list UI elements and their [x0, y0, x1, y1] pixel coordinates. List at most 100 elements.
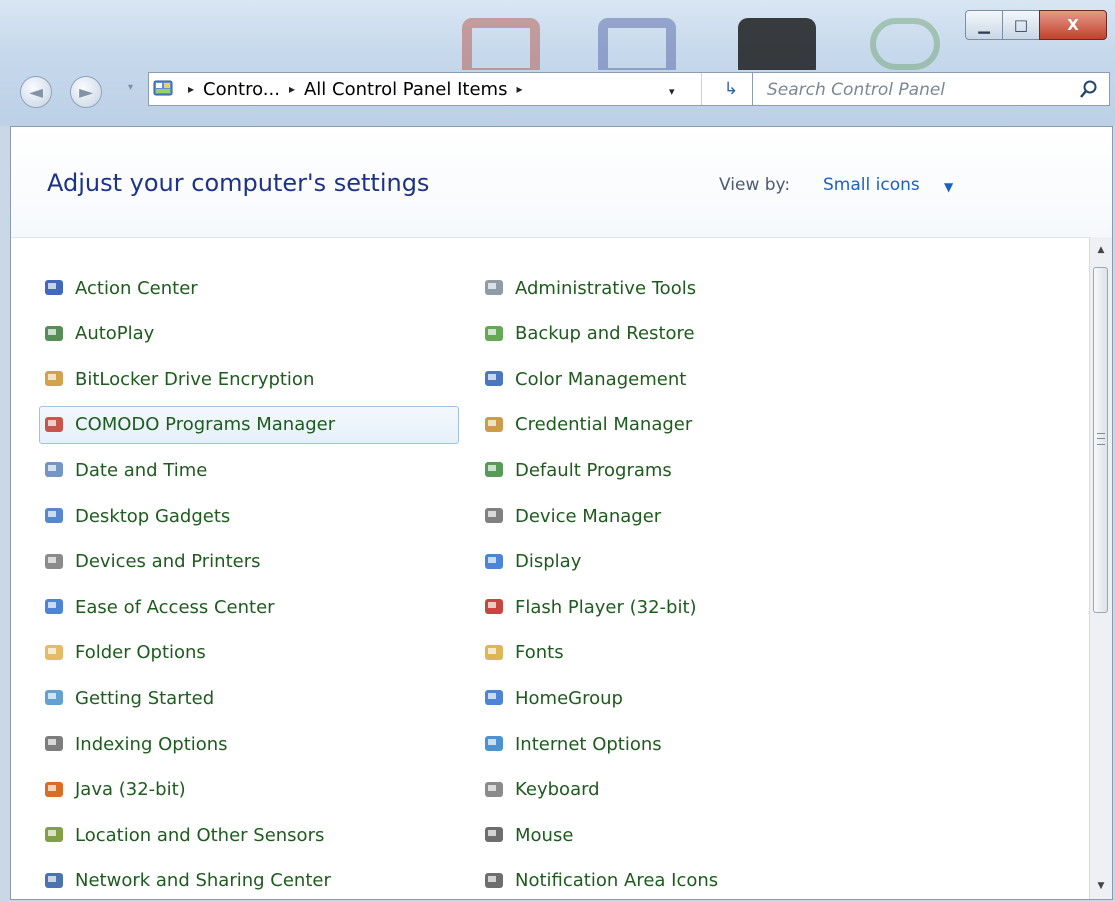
- indexing-icon: [43, 733, 65, 755]
- item-administrative-tools[interactable]: Administrative Tools: [483, 269, 696, 307]
- printer-icon: [43, 551, 65, 573]
- recent-pages-dropdown[interactable]: ▾: [128, 82, 133, 93]
- item-label: Keyboard: [515, 779, 600, 801]
- item-backup-and-restore[interactable]: Backup and Restore: [483, 315, 695, 353]
- search-input[interactable]: Search Control Panel: [767, 80, 945, 100]
- item-default-programs[interactable]: Default Programs: [483, 451, 672, 489]
- item-credential-manager[interactable]: Credential Manager: [483, 406, 692, 444]
- item-label: Device Manager: [515, 505, 662, 527]
- item-keyboard[interactable]: Keyboard: [483, 771, 600, 809]
- item-label: Color Management: [515, 368, 687, 390]
- folder-icon: [43, 642, 65, 664]
- java-icon: [43, 779, 65, 801]
- item-label: HomeGroup: [515, 687, 623, 709]
- credential-vault-icon: [483, 414, 505, 436]
- item-homegroup[interactable]: HomeGroup: [483, 679, 623, 717]
- item-label: Ease of Access Center: [75, 596, 275, 618]
- item-label: Mouse: [515, 824, 574, 846]
- breadcrumb-separator[interactable]: ▸: [516, 82, 522, 96]
- item-flash-player-32-bit[interactable]: Flash Player (32-bit): [483, 588, 697, 626]
- item-location-and-other-sensors[interactable]: Location and Other Sensors: [43, 816, 324, 854]
- chevron-down-icon[interactable]: ▼: [944, 180, 953, 194]
- item-autoplay[interactable]: AutoPlay: [43, 315, 154, 353]
- item-ease-of-access-center[interactable]: Ease of Access Center: [43, 588, 275, 626]
- item-folder-options[interactable]: Folder Options: [43, 634, 206, 672]
- item-label: AutoPlay: [75, 323, 155, 345]
- control-panel-icon: [153, 80, 173, 96]
- background-shape: [738, 18, 816, 70]
- item-mouse[interactable]: Mouse: [483, 816, 573, 854]
- scroll-up-button[interactable]: ▲: [1090, 237, 1112, 263]
- item-java-32-bit[interactable]: Java (32-bit): [43, 771, 186, 809]
- item-label: Location and Other Sensors: [75, 824, 325, 846]
- forward-arrow-icon: ►: [79, 81, 93, 103]
- item-label: Notification Area Icons: [515, 870, 719, 892]
- breadcrumb: ▸ Contro... ▸ All Control Panel Items ▸: [179, 73, 531, 105]
- admin-tools-icon: [483, 277, 505, 299]
- item-action-center[interactable]: Action Center: [43, 269, 198, 307]
- getting-started-icon: [43, 687, 65, 709]
- item-label: Getting Started: [75, 687, 215, 709]
- breadcrumb-separator[interactable]: ▸: [289, 82, 295, 96]
- item-notification-area-icons[interactable]: Notification Area Icons: [483, 862, 719, 899]
- search-box[interactable]: Search Control Panel: [752, 72, 1110, 106]
- minimize-button[interactable]: ▁: [965, 10, 1003, 40]
- item-label: BitLocker Drive Encryption: [75, 368, 315, 390]
- item-device-manager[interactable]: Device Manager: [483, 497, 661, 535]
- gadgets-icon: [43, 505, 65, 527]
- default-programs-icon: [483, 459, 505, 481]
- back-arrow-icon: ◄: [29, 81, 43, 103]
- view-by-dropdown[interactable]: Small icons: [823, 175, 920, 195]
- vertical-scrollbar[interactable]: ▲ ▼: [1089, 237, 1112, 899]
- item-getting-started[interactable]: Getting Started: [43, 679, 214, 717]
- flash-icon: [483, 596, 505, 618]
- item-label: Indexing Options: [75, 733, 228, 755]
- item-label: Folder Options: [75, 642, 206, 664]
- color-monitor-icon: [483, 368, 505, 390]
- item-display[interactable]: Display: [483, 543, 581, 581]
- breadcrumb-separator[interactable]: ▸: [188, 82, 194, 96]
- item-date-and-time[interactable]: Date and Time: [43, 451, 207, 489]
- flag-icon: [43, 277, 65, 299]
- item-label: Default Programs: [515, 459, 672, 481]
- item-desktop-gadgets[interactable]: Desktop Gadgets: [43, 497, 230, 535]
- clock-calendar-icon: [43, 459, 65, 481]
- item-comodo-programs-manager[interactable]: COMODO Programs Manager: [39, 405, 459, 444]
- scroll-down-button[interactable]: ▼: [1090, 873, 1112, 899]
- item-label: Backup and Restore: [515, 323, 695, 345]
- address-bar[interactable]: ▸ Contro... ▸ All Control Panel Items ▸ …: [148, 72, 760, 106]
- forward-button[interactable]: ►: [70, 76, 102, 108]
- bitlocker-key-icon: [43, 368, 65, 390]
- item-color-management[interactable]: Color Management: [483, 360, 686, 398]
- item-label: Date and Time: [75, 459, 208, 481]
- page-title: Adjust your computer's settings: [47, 169, 430, 197]
- maximize-button[interactable]: □: [1002, 10, 1040, 40]
- navigation-bar: ◄ ► ▾ ▸ Contro... ▸ All Control Panel It…: [20, 70, 1110, 110]
- address-dropdown-button[interactable]: ▾: [669, 85, 675, 98]
- search-icon[interactable]: [1079, 79, 1099, 99]
- breadcrumb-all-items[interactable]: All Control Panel Items: [304, 79, 507, 100]
- item-label: Devices and Printers: [75, 551, 261, 573]
- window-controls: ▁ □ X: [965, 10, 1107, 40]
- item-indexing-options[interactable]: Indexing Options: [43, 725, 228, 763]
- item-devices-and-printers[interactable]: Devices and Printers: [43, 543, 261, 581]
- back-button[interactable]: ◄: [20, 76, 52, 108]
- homegroup-icon: [483, 687, 505, 709]
- item-fonts[interactable]: Fonts: [483, 634, 564, 672]
- mouse-icon: [483, 824, 505, 846]
- keyboard-icon: [483, 779, 505, 801]
- network-icon: [43, 870, 65, 892]
- scroll-thumb[interactable]: [1093, 267, 1108, 613]
- item-internet-options[interactable]: Internet Options: [483, 725, 662, 763]
- item-label: Administrative Tools: [515, 277, 697, 299]
- backup-icon: [483, 323, 505, 345]
- breadcrumb-control-panel[interactable]: Contro...: [203, 79, 280, 100]
- desktop-background-strip: [0, 0, 1115, 70]
- item-label: Desktop Gadgets: [75, 505, 231, 527]
- fonts-icon: [483, 642, 505, 664]
- view-by-label: View by:: [719, 175, 791, 195]
- item-bitlocker-drive-encryption[interactable]: BitLocker Drive Encryption: [43, 360, 314, 398]
- item-label: Internet Options: [515, 733, 662, 755]
- close-button[interactable]: X: [1039, 10, 1107, 40]
- item-network-and-sharing-center[interactable]: Network and Sharing Center: [43, 862, 331, 899]
